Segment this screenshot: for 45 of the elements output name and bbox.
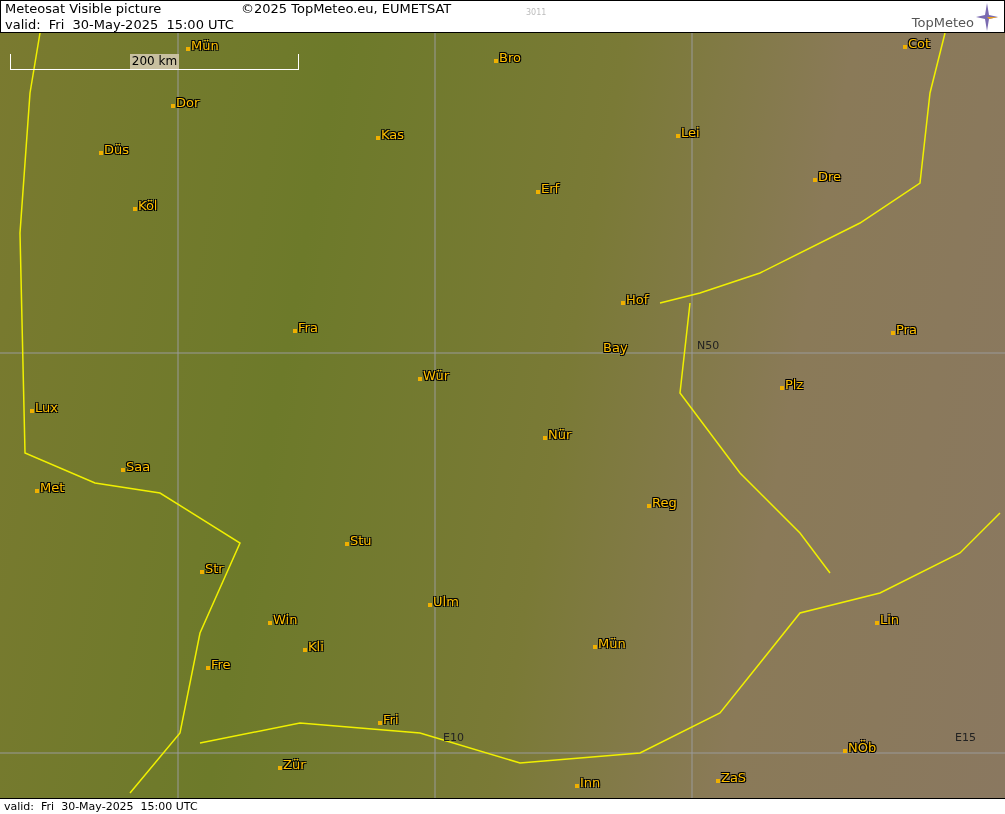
- city-label: Win: [273, 612, 298, 627]
- city-label: Nür: [548, 427, 572, 442]
- grid-label: E10: [443, 732, 464, 744]
- city-label: Saa: [126, 459, 151, 474]
- image-code: 3011: [526, 7, 547, 19]
- city-label: Dre: [818, 169, 842, 184]
- city-label: Lei: [681, 125, 700, 140]
- city-label: NÖb: [848, 740, 877, 755]
- logo-text: TopMeteo: [911, 15, 974, 31]
- city-label: Fri: [383, 712, 399, 727]
- valid-time: valid: Fri 30-May-2025 15:00 UTC: [4, 799, 198, 814]
- city-label: Bro: [499, 50, 521, 65]
- valid-time: valid: Fri 30-May-2025 15:00 UTC: [5, 17, 235, 33]
- city-label: Mün: [598, 636, 626, 651]
- city-label: Lin: [880, 612, 900, 627]
- grid-label: E15: [955, 732, 976, 744]
- copyright-text: ©2025 TopMeteo.eu, EUMETSAT: [241, 1, 453, 17]
- city-label: Met: [40, 480, 65, 495]
- city-label: Stu: [350, 533, 372, 548]
- city-label: Pra: [896, 322, 917, 337]
- compass-star-icon: [976, 3, 998, 31]
- city-label: Zür: [283, 757, 306, 772]
- city-label: Kas: [381, 127, 405, 142]
- city-label: ZaS: [721, 770, 747, 785]
- city-label: Lux: [35, 400, 58, 415]
- city-label: Fra: [298, 320, 318, 335]
- city-label: Bay: [603, 340, 628, 355]
- city-label: Inn: [580, 775, 601, 790]
- city-label: Erf: [541, 181, 560, 196]
- city-label: Str: [205, 561, 224, 576]
- city-label: Cot: [908, 36, 931, 51]
- city-label: Dor: [176, 95, 200, 110]
- city-label: Fre: [211, 657, 231, 672]
- city-label: Kli: [308, 639, 324, 654]
- city-label: Köl: [138, 198, 158, 213]
- city-label: Ulm: [433, 594, 459, 609]
- city-label: Hof: [626, 292, 649, 307]
- city-label: Plz: [785, 377, 804, 392]
- city-label: Wür: [423, 368, 449, 383]
- scale-label: 200 km: [129, 54, 180, 69]
- city-label: Reg: [652, 495, 677, 510]
- city-label: Mün: [191, 38, 219, 53]
- grid-label: N50: [697, 340, 720, 352]
- city-label: Düs: [104, 142, 130, 157]
- picture-title: Meteosat Visible picture: [5, 1, 163, 17]
